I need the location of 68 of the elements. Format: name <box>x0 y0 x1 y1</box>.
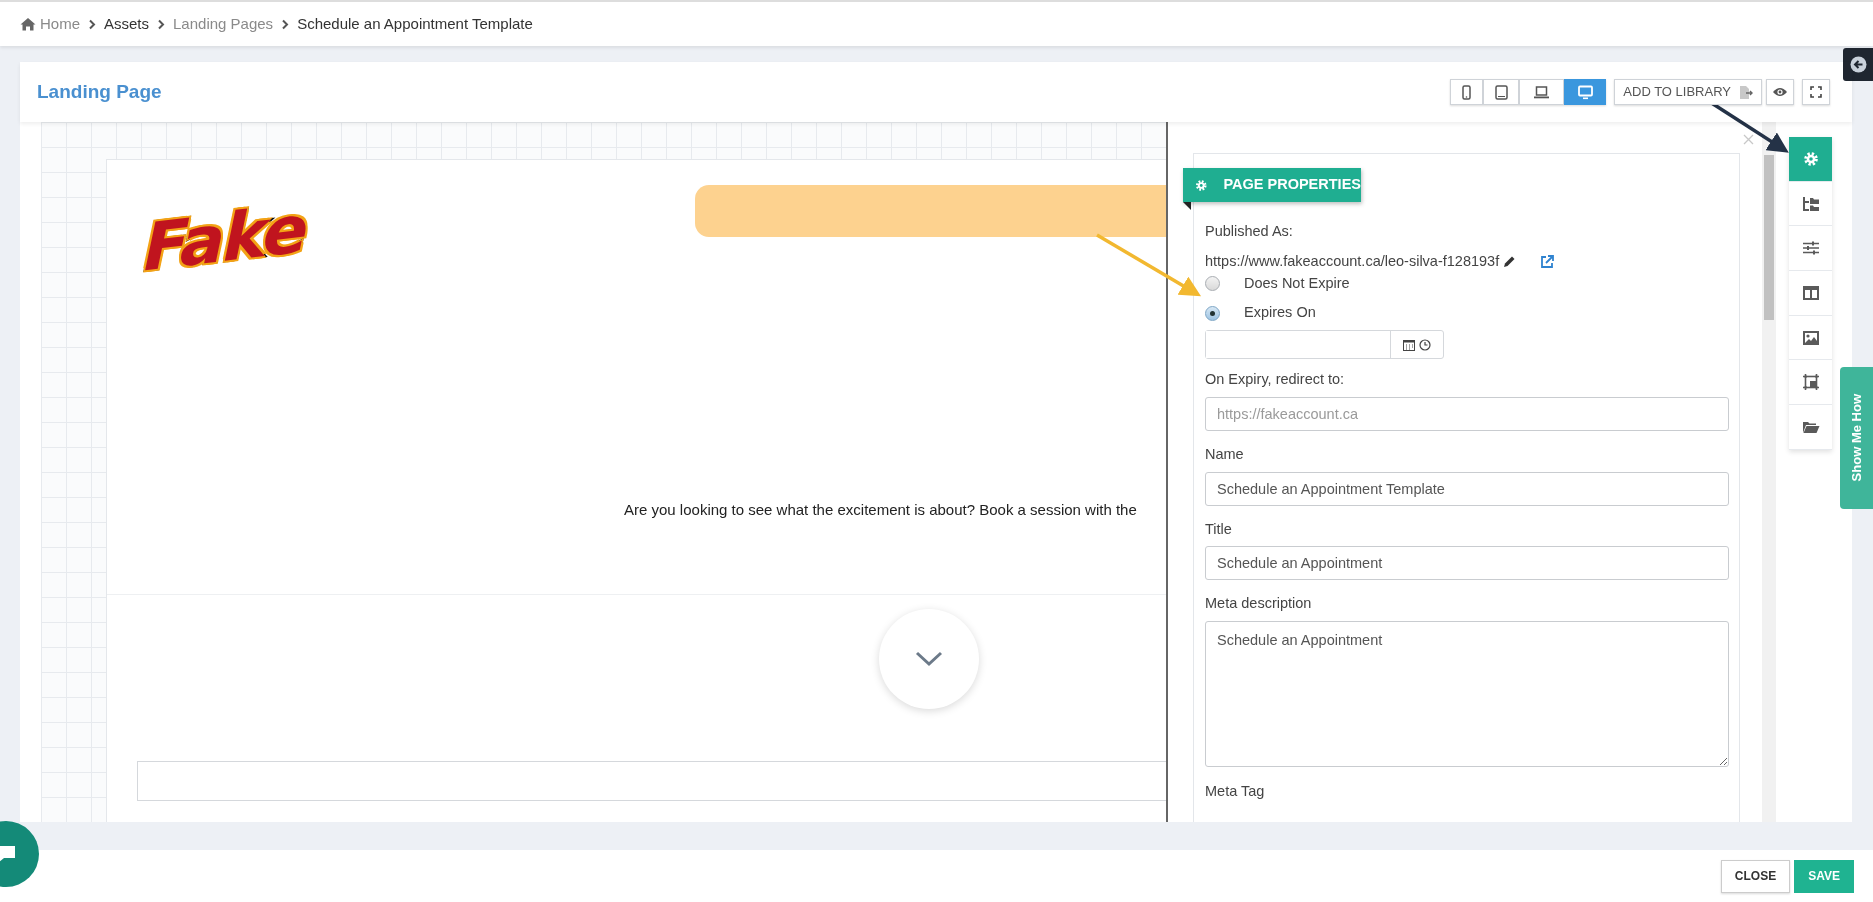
tool-button[interactable] <box>1789 315 1832 361</box>
tool-button[interactable] <box>1789 181 1832 227</box>
radio-button[interactable] <box>1205 275 1220 291</box>
edit-button[interactable] <box>1503 255 1517 269</box>
section-ribbon: PAGE PROPERTIES <box>1183 168 1361 202</box>
tool-button[interactable] <box>1789 360 1832 406</box>
field-label: Meta description <box>1205 594 1313 614</box>
chevron-icon <box>157 18 166 30</box>
device-button[interactable] <box>1519 79 1565 105</box>
sliders-icon <box>1802 241 1819 256</box>
export-icon <box>1739 84 1753 100</box>
tool-button[interactable] <box>1789 271 1832 316</box>
chevron-icon <box>88 18 96 30</box>
external-link-icon <box>1540 254 1555 269</box>
image-icon <box>1802 330 1819 345</box>
radio-option[interactable]: Does Not Expire <box>1205 272 1729 295</box>
field-label: On Expiry, redirect to: <box>1205 370 1346 389</box>
close-icon <box>1743 133 1754 145</box>
input-field[interactable]: Schedule an Appointment Template <box>1205 471 1729 506</box>
breadcrumb-link[interactable]: Assets <box>104 12 150 36</box>
chat-icon <box>0 844 17 864</box>
device-button[interactable] <box>1483 79 1520 105</box>
gear-icon <box>1802 150 1819 167</box>
chevron-icon <box>281 18 290 30</box>
field-label: Meta Tag <box>1205 782 1266 801</box>
home-icon <box>20 17 36 31</box>
scrollbar[interactable] <box>1762 122 1776 822</box>
tablet-icon <box>1493 84 1509 100</box>
folder-icon <box>1801 419 1820 434</box>
field-label: Name <box>1205 444 1245 464</box>
radio-option[interactable]: Expires On <box>1205 302 1729 324</box>
ribbon-fold <box>1183 202 1191 210</box>
chevron-down-icon <box>915 651 943 667</box>
desktop-icon <box>1577 84 1593 100</box>
text-area[interactable]: Schedule an Appointment <box>1205 621 1729 767</box>
laptop-icon <box>1534 84 1550 100</box>
published-url: https://www.fakeaccount.ca/leo-silva-f128193f <box>1205 251 1500 271</box>
fullscreen-icon <box>1810 86 1822 98</box>
tree-icon <box>1801 195 1820 212</box>
calendar-icon <box>1403 338 1415 351</box>
eye-icon <box>1772 86 1788 98</box>
clock-icon <box>1419 338 1431 351</box>
date-time-field[interactable] <box>1205 330 1444 359</box>
close-button[interactable]: CLOSE <box>1720 859 1791 893</box>
device-button[interactable] <box>1450 79 1484 105</box>
breadcrumb-link[interactable]: Schedule an Appointment Template <box>297 12 533 36</box>
logo: Fake <box>143 195 307 282</box>
pencil-icon <box>1503 255 1517 269</box>
tool-button[interactable] <box>1789 405 1832 450</box>
device-button[interactable] <box>1564 79 1607 105</box>
frame-icon <box>1802 374 1819 391</box>
open-link[interactable] <box>1540 254 1555 269</box>
field-label: Title <box>1205 519 1233 539</box>
input-field[interactable]: Schedule an Appointment <box>1205 546 1729 581</box>
breadcrumb-link[interactable]: Landing Pages <box>173 12 274 36</box>
body-text: Are you looking to see what the excitement is about? Book a session with the <box>624 501 1137 518</box>
add-to-library-button[interactable]: ADD TO LIBRARY <box>1614 79 1762 105</box>
field-label: Published As: <box>1205 222 1294 241</box>
gear-icon <box>1195 177 1208 193</box>
columns-icon <box>1802 285 1819 300</box>
radio-button[interactable] <box>1205 305 1220 321</box>
fullscreen-button[interactable] <box>1802 79 1830 105</box>
tool-button[interactable] <box>1789 226 1832 272</box>
preview-button[interactable] <box>1766 79 1794 105</box>
redirect-field[interactable]: https://fakeaccount.ca <box>1205 396 1729 431</box>
page-title: Landing Page <box>37 79 162 104</box>
collapse-button[interactable] <box>1843 48 1873 81</box>
breadcrumb-link[interactable]: Home <box>20 12 80 36</box>
